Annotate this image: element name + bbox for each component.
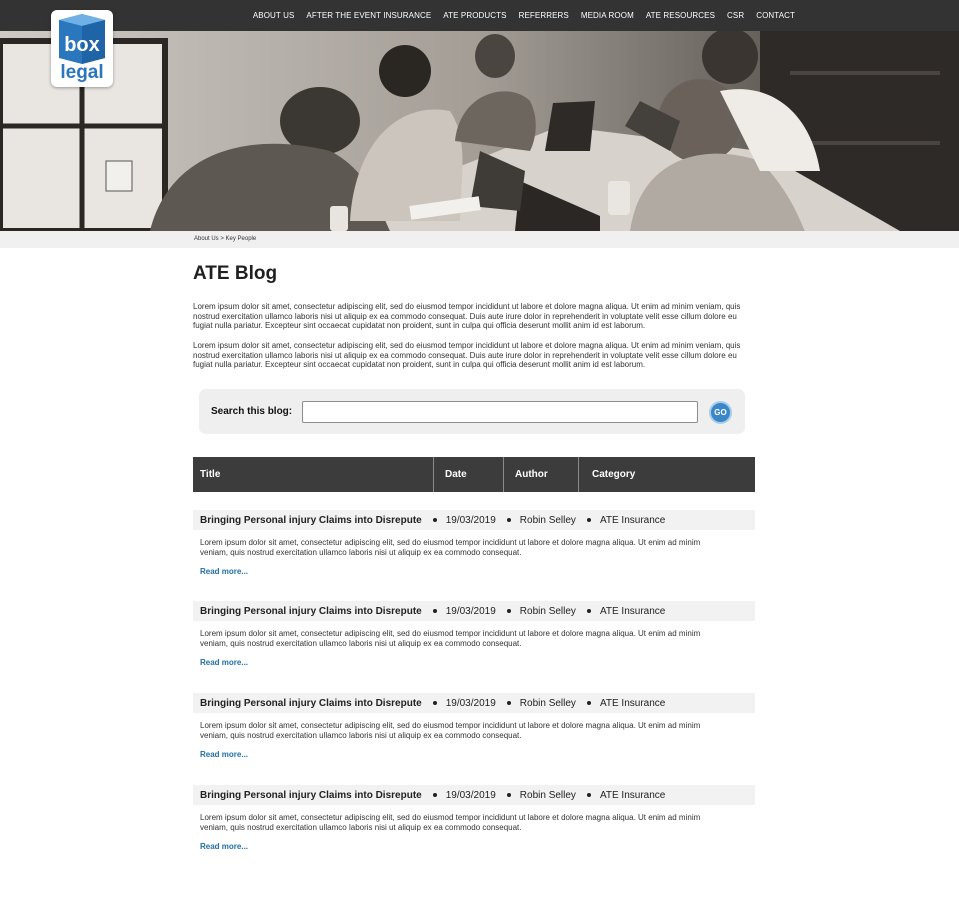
- nav-item-csr[interactable]: CSR: [721, 11, 750, 20]
- post-category: ATE Insurance: [599, 514, 666, 526]
- nav-item-contact[interactable]: CONTACT: [750, 11, 801, 20]
- top-nav-bar: ABOUT US AFTER THE EVENT INSURANCE ATE P…: [0, 0, 959, 31]
- post-meta-row: Bringing Personal injury Claims into Dis…: [193, 693, 755, 713]
- post-author: Robin Selley: [519, 789, 576, 801]
- read-more-link[interactable]: Read more...: [200, 658, 248, 667]
- bullet-separator: [586, 518, 591, 522]
- box-legal-logo[interactable]: box legal: [51, 10, 113, 87]
- nav-item-about-us[interactable]: ABOUT US: [247, 11, 301, 20]
- intro-paragraph: Lorem ipsum dolor sit amet, consectetur …: [193, 302, 741, 331]
- post-excerpt: Lorem ipsum dolor sit amet, consectetur …: [200, 813, 701, 832]
- post-author: Robin Selley: [519, 514, 576, 526]
- blog-post: Bringing Personal injury Claims into Dis…: [193, 693, 755, 773]
- bullet-separator: [432, 518, 437, 522]
- post-title[interactable]: Bringing Personal injury Claims into Dis…: [200, 515, 422, 526]
- post-category: ATE Insurance: [599, 697, 666, 709]
- post-excerpt: Lorem ipsum dolor sit amet, consectetur …: [200, 538, 701, 557]
- column-header-date[interactable]: Date: [433, 457, 503, 492]
- read-more-link[interactable]: Read more...: [200, 567, 248, 576]
- bullet-separator: [586, 609, 591, 613]
- post-author: Robin Selley: [519, 697, 576, 709]
- post-date: 19/03/2019: [445, 605, 496, 617]
- breadcrumb-bar: About Us > Key People: [0, 231, 959, 248]
- post-excerpt: Lorem ipsum dolor sit amet, consectetur …: [200, 629, 701, 648]
- breadcrumb[interactable]: About Us > Key People: [194, 236, 256, 242]
- bullet-separator: [506, 793, 511, 797]
- page-title: ATE Blog: [193, 263, 278, 284]
- search-label: Search this blog:: [211, 406, 293, 417]
- column-header-category[interactable]: Category: [578, 457, 755, 492]
- nav-item-media-room[interactable]: MEDIA ROOM: [575, 11, 640, 20]
- bullet-separator: [506, 518, 511, 522]
- intro-paragraph: Lorem ipsum dolor sit amet, consectetur …: [193, 341, 741, 370]
- bullet-separator: [506, 701, 511, 705]
- read-more-link[interactable]: Read more...: [200, 750, 248, 759]
- bullet-separator: [432, 701, 437, 705]
- blog-post: Bringing Personal injury Claims into Dis…: [193, 785, 755, 865]
- main-nav: ABOUT US AFTER THE EVENT INSURANCE ATE P…: [247, 0, 801, 31]
- bullet-separator: [586, 701, 591, 705]
- nav-item-ate-resources[interactable]: ATE RESOURCES: [640, 11, 721, 20]
- post-category: ATE Insurance: [599, 789, 666, 801]
- logo-text-box: box: [64, 34, 100, 56]
- post-meta-row: Bringing Personal injury Claims into Dis…: [193, 785, 755, 805]
- nav-item-referrers[interactable]: REFERRERS: [513, 11, 575, 20]
- post-title[interactable]: Bringing Personal injury Claims into Dis…: [200, 606, 422, 617]
- hero-image: [0, 31, 959, 231]
- logo-graphic: box legal: [59, 14, 105, 83]
- column-header-author[interactable]: Author: [503, 457, 578, 492]
- post-category: ATE Insurance: [599, 605, 666, 617]
- bullet-separator: [506, 609, 511, 613]
- post-meta-row: Bringing Personal injury Claims into Dis…: [193, 601, 755, 621]
- post-date: 19/03/2019: [445, 514, 496, 526]
- blog-search-panel: Search this blog: GO: [199, 389, 745, 434]
- blog-post: Bringing Personal injury Claims into Dis…: [193, 510, 755, 590]
- post-date: 19/03/2019: [445, 789, 496, 801]
- read-more-link[interactable]: Read more...: [200, 842, 248, 851]
- post-title[interactable]: Bringing Personal injury Claims into Dis…: [200, 790, 422, 801]
- post-author: Robin Selley: [519, 605, 576, 617]
- logo-text-legal: legal: [60, 62, 103, 83]
- post-meta-row: Bringing Personal injury Claims into Dis…: [193, 510, 755, 530]
- blog-table-header: Title Date Author Category: [193, 457, 755, 492]
- bullet-separator: [432, 609, 437, 613]
- search-go-button[interactable]: GO: [709, 401, 732, 424]
- blog-post: Bringing Personal injury Claims into Dis…: [193, 601, 755, 681]
- post-excerpt: Lorem ipsum dolor sit amet, consectetur …: [200, 721, 701, 740]
- post-title[interactable]: Bringing Personal injury Claims into Dis…: [200, 698, 422, 709]
- search-input[interactable]: [302, 401, 698, 423]
- nav-item-after-the-event-insurance[interactable]: AFTER THE EVENT INSURANCE: [300, 11, 437, 20]
- bullet-separator: [586, 793, 591, 797]
- column-header-title[interactable]: Title: [193, 457, 433, 492]
- bullet-separator: [432, 793, 437, 797]
- nav-item-ate-products[interactable]: ATE PRODUCTS: [437, 11, 512, 20]
- post-date: 19/03/2019: [445, 697, 496, 709]
